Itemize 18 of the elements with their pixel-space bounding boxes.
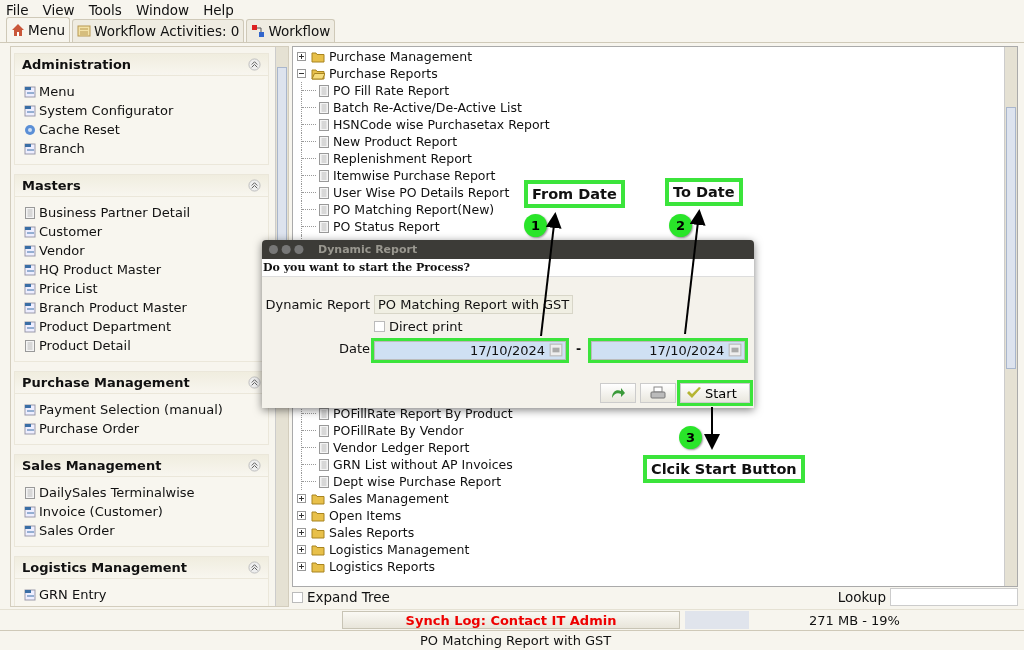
status-text: PO Matching Report with GST — [420, 633, 612, 648]
callout-label: To Date — [665, 178, 743, 206]
section-title: Masters — [22, 178, 81, 193]
separator: - — [576, 341, 582, 356]
field-label: Lookup — [837, 589, 886, 605]
checkbox-label: Expand Tree — [307, 589, 390, 605]
section-title: Sales Management — [22, 458, 162, 473]
field-label: Date — [337, 341, 370, 356]
callout-label: From Date — [524, 180, 625, 208]
checkbox-label: Direct print — [389, 319, 463, 334]
memory-usage: 271 MB - 19% — [809, 612, 900, 628]
field-label: Dynamic Report — [264, 297, 370, 312]
section-title: Logistics Management — [22, 560, 188, 575]
section-title: Administration — [22, 57, 132, 72]
dialog-prompt: Do you want to start the Process? — [262, 259, 754, 277]
callout-label: Clcik Start Button — [643, 455, 805, 483]
dialog-title: Dynamic Report — [318, 243, 418, 256]
section-title: Purchase Management — [22, 375, 190, 390]
